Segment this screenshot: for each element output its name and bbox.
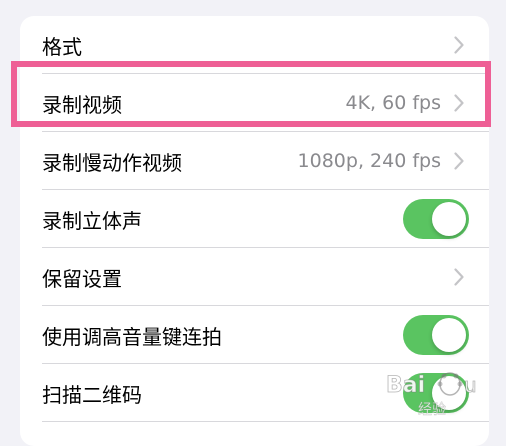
scan-qr-toggle[interactable] — [403, 373, 469, 413]
row-scan-qr-label: 扫描二维码 — [42, 382, 142, 407]
row-separator — [42, 421, 489, 422]
row-record-video-value: 4K, 60 fps — [345, 92, 442, 114]
row-format[interactable]: 格式 — [20, 16, 489, 74]
row-preserve-settings-label: 保留设置 — [42, 266, 122, 291]
settings-card: 格式 录制视频 4K, 60 fps 录制慢动作视频 1080p, 240 fp… — [20, 16, 489, 446]
row-record-stereo: 录制立体声 — [20, 190, 489, 248]
row-format-label: 格式 — [42, 34, 82, 59]
toggle-knob — [432, 376, 466, 410]
row-record-slomo-value: 1080p, 240 fps — [297, 150, 441, 172]
chevron-right-icon — [451, 267, 467, 287]
row-volume-burst: 使用调高音量键连拍 — [20, 306, 489, 364]
record-stereo-toggle[interactable] — [403, 199, 469, 239]
toggle-knob — [432, 318, 466, 352]
row-preserve-settings[interactable]: 保留设置 — [20, 248, 489, 306]
row-record-slomo-label: 录制慢动作视频 — [42, 150, 182, 175]
row-record-video[interactable]: 录制视频 4K, 60 fps — [20, 74, 489, 132]
toggle-knob — [432, 202, 466, 236]
chevron-right-icon — [451, 151, 467, 171]
row-scan-qr: 扫描二维码 — [20, 364, 489, 422]
row-record-stereo-label: 录制立体声 — [42, 208, 142, 233]
volume-burst-toggle[interactable] — [403, 315, 469, 355]
row-volume-burst-label: 使用调高音量键连拍 — [42, 324, 222, 349]
row-record-slomo[interactable]: 录制慢动作视频 1080p, 240 fps — [20, 132, 489, 190]
chevron-right-icon — [451, 93, 467, 113]
row-record-video-label: 录制视频 — [42, 92, 122, 117]
chevron-right-icon — [451, 35, 467, 55]
